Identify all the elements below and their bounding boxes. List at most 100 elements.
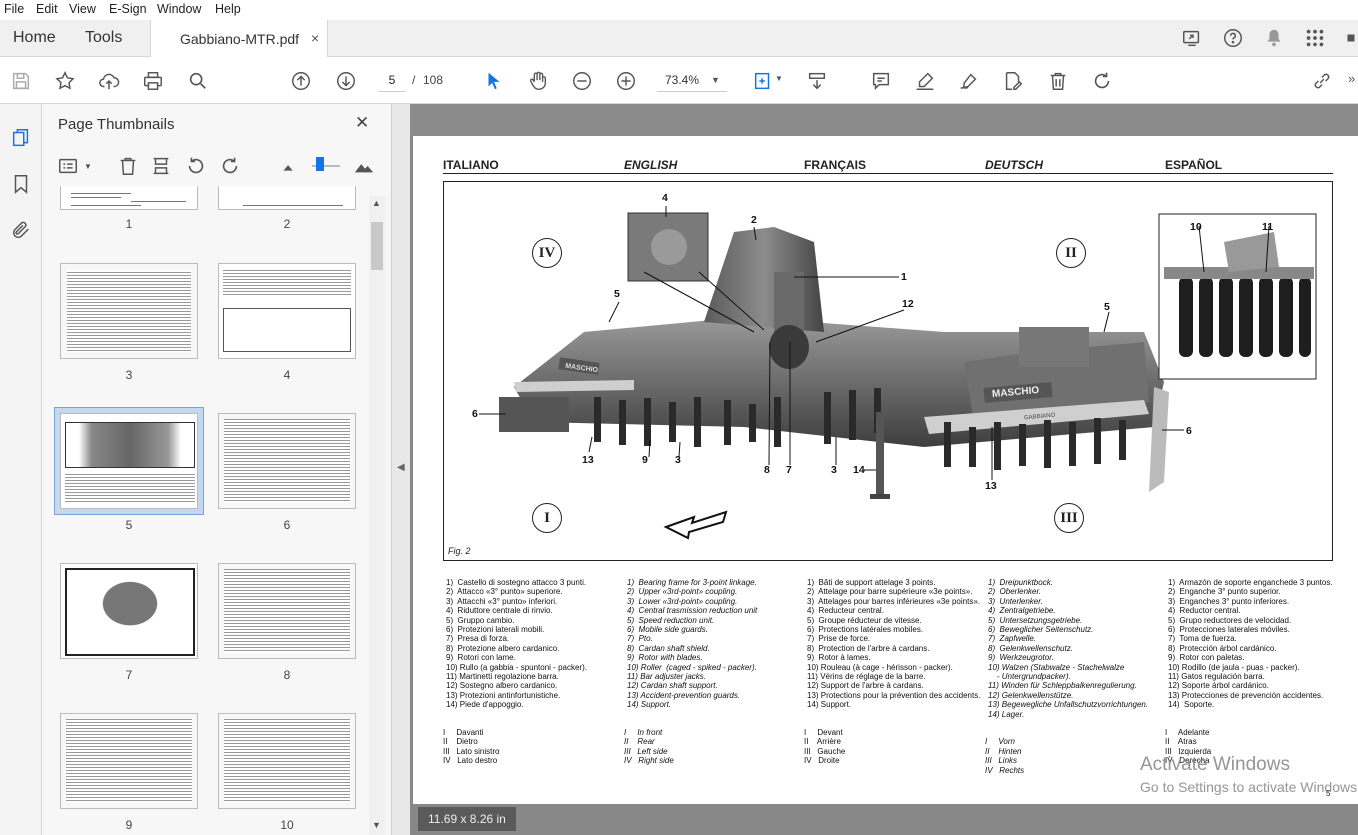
document-viewer[interactable]: ITALIANO ENGLISH FRANÇAIS DEUTSCH ESPAÑO… [410,104,1358,835]
callout-5-right: 5 [1104,301,1110,313]
link-share-icon[interactable] [1310,69,1334,93]
thumbnail-size-slider-handle[interactable] [316,157,324,171]
menu-edit[interactable]: Edit [36,2,58,16]
highlight-pen-icon[interactable] [913,69,937,93]
page-number-input[interactable]: 5 [378,68,406,92]
fit-page-icon[interactable] [751,69,775,93]
page-thumbnails-icon[interactable] [9,126,33,150]
callout-10: 10 [1190,221,1202,233]
figure-label: Fig. 2 [448,546,471,556]
extract-page-icon[interactable] [149,154,173,178]
pdf-page: ITALIANO ENGLISH FRANÇAIS DEUTSCH ESPAÑO… [413,136,1358,804]
callout-14: 14 [853,464,865,476]
print-icon[interactable] [141,69,165,93]
thumbnail-large-icon[interactable] [352,154,376,178]
tab-home[interactable]: Home [13,29,56,47]
menu-window[interactable]: Window [157,2,201,16]
thumbnail-options-chevron-icon[interactable]: ▼ [84,162,92,171]
thumbnail-label-2: 2 [283,217,291,231]
thumbnail-label-6: 6 [283,518,291,532]
previous-page-icon[interactable] [289,69,313,93]
apps-grid-icon[interactable] [1303,26,1327,50]
thumbnail-list[interactable]: 1 2 3 4 5 6 7 8 9 10 [42,186,372,835]
delete-page-icon[interactable] [116,154,140,178]
panel-collapse-handle[interactable]: ◀ [392,104,410,835]
edit-text-icon[interactable] [1001,69,1025,93]
zoom-level-dropdown[interactable]: 73.4% ▼ [657,68,727,92]
upload-cloud-icon[interactable] [97,69,121,93]
legend-francais: 1) Bâti de support attelage 3 points. 2)… [807,578,981,710]
figure-frame: 4 2 1 12 5 5 6 6 13 9 3 8 7 3 14 13 10 1… [443,181,1333,561]
orientation-marker-i: I [532,503,562,533]
orientation-marker-ii: II [1056,238,1086,268]
thumbnail-small-icon[interactable] [277,154,301,178]
next-page-icon[interactable] [334,69,358,93]
comment-icon[interactable] [869,69,893,93]
menu-help[interactable]: Help [215,2,241,16]
thumbnail-options-icon[interactable] [56,154,80,178]
search-zoom-icon[interactable] [186,69,210,93]
scroll-up-icon[interactable]: ▲ [372,198,381,208]
thumbnail-page-1[interactable] [60,186,198,210]
thumbnail-page-7[interactable] [60,563,198,659]
orientation-marker-iii-label: III [1060,509,1078,526]
menu-bar: File Edit View E-Sign Window Help [0,0,1358,20]
orientation-marker-i-label: I [544,509,550,526]
thumbnail-scrollbar-thumb[interactable] [371,222,383,270]
thumbnail-label-3: 3 [125,368,133,382]
collapse-arrow-icon[interactable]: ◀ [397,462,405,473]
menu-view[interactable]: View [69,2,96,16]
more-tools-icon[interactable]: » [1348,71,1355,86]
tab-bar: Home Tools Gabbiano-MTR.pdf × [0,20,1358,57]
draw-freehand-icon[interactable] [957,69,981,93]
share-screen-icon[interactable] [1180,26,1204,50]
tab-close-icon[interactable]: × [311,30,319,46]
callout-6-right: 6 [1186,425,1192,437]
attachments-paperclip-icon[interactable] [9,218,33,242]
page-top-gutter [410,104,1358,136]
thumbnail-label-10: 10 [280,818,294,832]
rotate-clockwise-icon[interactable] [1090,69,1114,93]
thumbnail-page-5[interactable] [60,413,198,509]
panel-close-icon[interactable]: ✕ [355,113,369,133]
header-francais: FRANÇAIS [804,158,866,172]
bookmark-star-icon[interactable] [53,69,77,93]
thumbnail-label-7: 7 [125,668,133,682]
thumbnail-page-4[interactable] [218,263,356,359]
thumbnail-page-9[interactable] [60,713,198,809]
delete-trash-icon[interactable] [1046,69,1070,93]
profile-icon[interactable] [1344,26,1358,50]
select-cursor-icon[interactable] [482,69,506,93]
thumbnail-page-3[interactable] [60,263,198,359]
windows-activation-watermark: Activate Windows Go to Settings to activ… [1140,754,1358,795]
rotate-counterclockwise-icon[interactable] [184,154,208,178]
callout-7: 7 [786,464,792,476]
orientation-deutsch: I Vorn II Hinten III Links IV Rechts [985,737,1025,775]
zoom-in-icon[interactable] [614,69,638,93]
fit-page-chevron-icon[interactable]: ▼ [775,74,783,83]
help-icon[interactable] [1221,26,1245,50]
thumbnail-scrollbar[interactable]: ▲ ▼ [369,196,385,835]
thumbnail-page-2[interactable] [218,186,356,210]
thumbnail-page-6[interactable] [218,413,356,509]
rotate-clockwise-page-icon[interactable] [218,154,242,178]
callout-5-left: 5 [614,288,620,300]
hand-pan-icon[interactable] [526,69,550,93]
orientation-marker-iv-label: IV [538,244,556,261]
zoom-out-icon[interactable] [570,69,594,93]
thumbnail-page-10[interactable] [218,713,356,809]
save-icon[interactable] [9,69,33,93]
legend-espanol: 1) Armazón de soporte enganchede 3 punto… [1168,578,1333,710]
scroll-mode-icon[interactable] [805,69,829,93]
thumbnail-page-8[interactable] [218,563,356,659]
tab-tools[interactable]: Tools [85,29,122,47]
notification-bell-icon[interactable] [1262,26,1286,50]
scroll-down-icon[interactable]: ▼ [372,820,381,830]
orientation-english: I In front II Rear III Left side IV Righ… [624,728,674,766]
tab-document[interactable]: Gabbiano-MTR.pdf × [150,20,328,57]
menu-file[interactable]: File [4,2,24,16]
header-english: ENGLISH [624,158,678,172]
bookmarks-icon[interactable] [9,172,33,196]
thumbnail-size-slider[interactable] [312,157,340,171]
menu-esign[interactable]: E-Sign [109,2,147,16]
